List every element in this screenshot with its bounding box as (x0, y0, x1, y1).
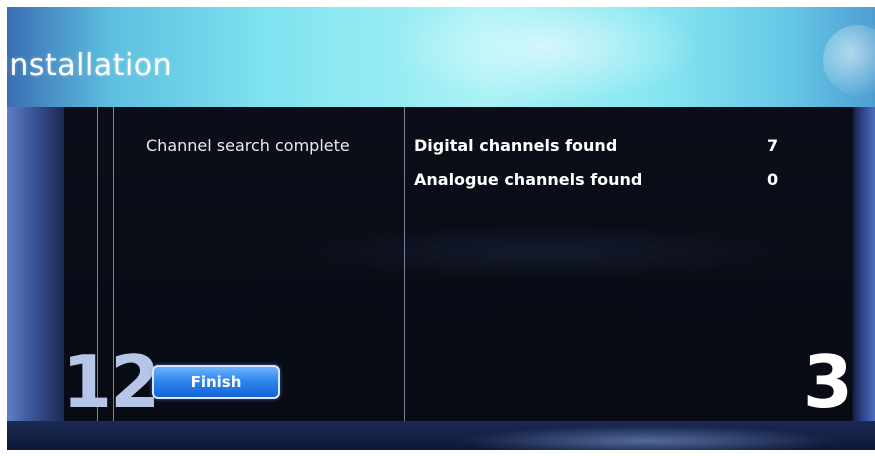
result-value: 0 (767, 170, 779, 189)
column-divider (404, 107, 405, 421)
result-label: Analogue channels found (414, 170, 643, 189)
result-label: Digital channels found (414, 136, 618, 155)
result-value: 7 (767, 136, 779, 155)
side-glow-left (7, 107, 64, 427)
completed-step-numbers: 12 (62, 340, 160, 424)
finish-button[interactable]: Finish (152, 365, 280, 399)
decorative-bubble (823, 25, 875, 95)
page-title: Installation (0, 48, 173, 83)
side-glow-right (853, 107, 875, 427)
current-step-number: 3 (802, 340, 853, 424)
bottom-glow (7, 421, 875, 450)
search-status-text: Channel search complete (146, 136, 350, 155)
